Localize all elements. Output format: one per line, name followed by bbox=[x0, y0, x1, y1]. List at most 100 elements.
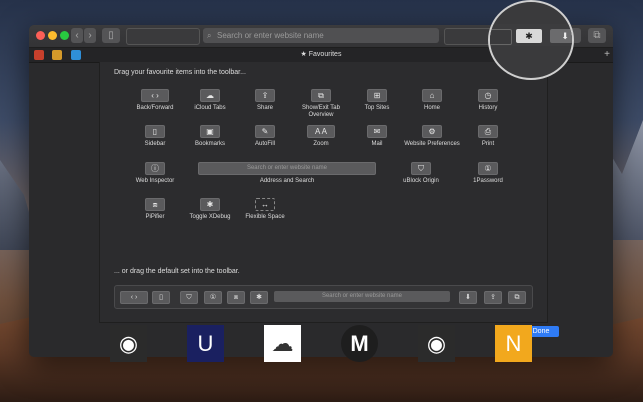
pip-icon: ⧈ bbox=[145, 198, 165, 211]
item-icloud-tabs[interactable]: ☁ iCloud Tabs bbox=[180, 89, 240, 112]
tabs-overview-button[interactable]: ⧉ bbox=[588, 28, 606, 43]
customize-toolbar-sheet: Drag your favourite items into the toolb… bbox=[99, 62, 559, 337]
item-bookmarks[interactable]: ▣ Bookmarks bbox=[180, 125, 240, 148]
minimize-button[interactable] bbox=[48, 31, 57, 40]
item-label: Mail bbox=[371, 141, 383, 147]
download-icon: ⬇ bbox=[459, 291, 477, 304]
item-pipifier[interactable]: ⧈ PiPifier bbox=[125, 198, 185, 221]
star-icon: ★ bbox=[300, 51, 309, 58]
history-icon: ◷ bbox=[478, 89, 498, 102]
github-tile-2[interactable]: ◉ bbox=[418, 325, 455, 362]
item-label: Home bbox=[423, 105, 440, 111]
forward-button[interactable]: › bbox=[84, 28, 96, 43]
medium-tile[interactable]: M bbox=[341, 325, 378, 362]
default-address-field: Search or enter website name bbox=[274, 291, 450, 302]
item-share[interactable]: ⇪ Share bbox=[235, 89, 295, 112]
item-label: Print bbox=[481, 141, 495, 147]
item-top-sites[interactable]: ⊞ Top Sites bbox=[347, 89, 407, 112]
shield-icon: ⛉ bbox=[180, 291, 198, 304]
gear-icon: ⚙ bbox=[422, 125, 442, 138]
back-forward-icon: ‹ › bbox=[141, 89, 169, 102]
search-icon: ⌕ bbox=[207, 31, 212, 40]
item-back-forward[interactable]: ‹ › Back/Forward bbox=[125, 89, 185, 112]
back-button[interactable]: ‹ bbox=[71, 28, 83, 43]
new-tab-button[interactable]: + bbox=[604, 48, 610, 62]
tab-overview-icon: ⧉ bbox=[311, 89, 331, 102]
back-forward-icon: ‹ › bbox=[120, 291, 148, 304]
sidebar-icon: ▯ bbox=[145, 125, 165, 138]
bookmarks-icon: ▣ bbox=[200, 125, 220, 138]
toolbar-empty-slot bbox=[126, 28, 200, 45]
item-label: iCloud Tabs bbox=[194, 105, 226, 111]
item-1password[interactable]: ① 1Password bbox=[458, 162, 518, 185]
address-bar[interactable]: ⌕ Search or enter website name bbox=[203, 28, 439, 43]
inspector-icon: ⓘ bbox=[145, 162, 165, 175]
onepassword-icon: ① bbox=[204, 291, 222, 304]
zoom-icon: A A bbox=[307, 125, 335, 138]
shield-icon: ⛉ bbox=[411, 162, 431, 175]
item-tab-overview[interactable]: ⧉ Show/Exit Tab Overview bbox=[291, 89, 351, 119]
item-label: Show/Exit Tab Overview bbox=[302, 105, 340, 118]
n-tile[interactable]: N bbox=[495, 325, 532, 362]
item-ublock-origin[interactable]: ⛉ uBlock Origin bbox=[391, 162, 451, 185]
tab-title-label: Favourites bbox=[308, 51, 342, 58]
item-sidebar[interactable]: ▯ Sidebar bbox=[125, 125, 185, 148]
default-set-heading: ... or drag the default set into the too… bbox=[114, 268, 240, 275]
item-print[interactable]: ⎙ Print bbox=[458, 125, 518, 148]
zoomed-extension-button: ✱ bbox=[516, 29, 542, 43]
item-home[interactable]: ⌂ Home bbox=[402, 89, 462, 112]
item-zoom[interactable]: A A Zoom bbox=[291, 125, 351, 148]
icloud-tile[interactable]: ☁ bbox=[264, 325, 301, 362]
item-label: AutoFill bbox=[254, 141, 275, 147]
close-button[interactable] bbox=[36, 31, 45, 40]
print-icon: ⎙ bbox=[478, 125, 498, 138]
sheet-heading: Drag your favourite items into the toolb… bbox=[114, 69, 246, 76]
item-label: Bookmarks bbox=[194, 141, 225, 147]
xdebug-icon: ✱ bbox=[250, 291, 268, 304]
address-search-field: Search or enter website name bbox=[198, 162, 376, 175]
ublock-tile[interactable]: U bbox=[187, 325, 224, 362]
item-toggle-xdebug[interactable]: ✱ Toggle XDebug bbox=[180, 198, 240, 221]
item-web-inspector[interactable]: ⓘ Web Inspector bbox=[125, 162, 185, 185]
onepassword-icon: ① bbox=[478, 162, 498, 175]
item-label: Web Inspector bbox=[135, 178, 175, 184]
item-address-and-search[interactable]: Search or enter website name Address and … bbox=[198, 162, 376, 185]
sidebar-button[interactable]: ▯ bbox=[102, 28, 120, 43]
item-label: Flexible Space bbox=[245, 214, 285, 220]
pip-icon: ⧈ bbox=[227, 291, 245, 304]
item-flexible-space[interactable]: ↔ Flexible Space bbox=[235, 198, 295, 221]
item-label: History bbox=[478, 105, 498, 111]
item-website-preferences[interactable]: ⚙ Website Preferences bbox=[402, 125, 462, 148]
tab-overview-icon: ⧉ bbox=[508, 291, 526, 304]
item-autofill[interactable]: ✎ AutoFill bbox=[235, 125, 295, 148]
home-icon: ⌂ bbox=[422, 89, 442, 102]
zoomed-empty-slot bbox=[490, 29, 512, 45]
autofill-icon: ✎ bbox=[255, 125, 275, 138]
icloud-icon: ☁ bbox=[200, 89, 220, 102]
share-icon: ⇪ bbox=[255, 89, 275, 102]
item-label: uBlock Origin bbox=[403, 178, 439, 184]
item-label: Website Preferences bbox=[404, 141, 460, 147]
zoom-callout: ✱ ⬇ bbox=[488, 0, 574, 80]
item-label: Share bbox=[256, 105, 273, 111]
item-label: Toggle XDebug bbox=[189, 214, 231, 220]
zoom-button[interactable] bbox=[60, 31, 69, 40]
sidebar-icon: ▯ bbox=[152, 291, 170, 304]
item-label: PiPifier bbox=[145, 214, 165, 220]
share-icon: ⇪ bbox=[484, 291, 502, 304]
item-label: Back/Forward bbox=[136, 105, 174, 111]
xdebug-icon: ✱ bbox=[200, 198, 220, 211]
zoomed-download-button: ⬇ bbox=[550, 29, 572, 43]
item-label: Sidebar bbox=[144, 141, 166, 147]
default-toolbar-set[interactable]: ‹ › ▯ ⛉ ① ⧈ ✱ Search or enter website na… bbox=[114, 285, 533, 309]
flexible-space-icon: ↔ bbox=[255, 198, 275, 211]
item-history[interactable]: ◷ History bbox=[458, 89, 518, 112]
item-label: Top Sites bbox=[364, 105, 390, 111]
item-mail[interactable]: ✉ Mail bbox=[347, 125, 407, 148]
top-sites-icon: ⊞ bbox=[367, 89, 387, 102]
address-placeholder: Search or enter website name bbox=[217, 31, 324, 40]
github-tile[interactable]: ◉ bbox=[110, 325, 147, 362]
item-label: Zoom bbox=[313, 141, 329, 147]
mail-icon: ✉ bbox=[367, 125, 387, 138]
item-label: 1Password bbox=[473, 178, 503, 184]
